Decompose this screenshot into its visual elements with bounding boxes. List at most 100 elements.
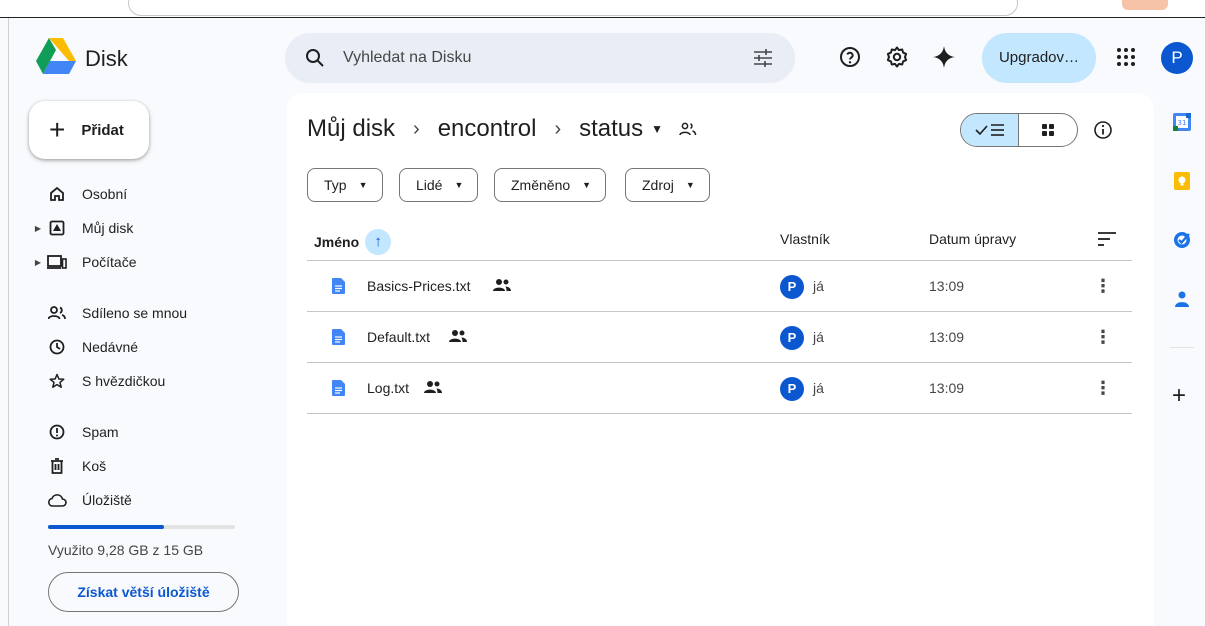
document-file-icon bbox=[332, 380, 345, 396]
document-file-icon bbox=[332, 278, 345, 294]
table-row[interactable]: Log.txt P já 13:09 ⋮ bbox=[307, 363, 1132, 414]
info-icon[interactable] bbox=[1093, 120, 1113, 140]
tasks-icon[interactable] bbox=[1172, 230, 1192, 250]
calendar-icon[interactable]: 31 bbox=[1172, 112, 1192, 132]
owner-avatar: P bbox=[780, 377, 804, 401]
contacts-icon[interactable] bbox=[1172, 289, 1192, 309]
breadcrumb: Můj disk › encontrol › status ▼ bbox=[307, 115, 697, 143]
modified-date: 13:09 bbox=[929, 329, 965, 345]
search-bar[interactable] bbox=[285, 33, 795, 83]
drive-logo-icon[interactable] bbox=[36, 38, 76, 74]
window-border bbox=[8, 18, 9, 626]
file-name[interactable]: Log.txt bbox=[367, 380, 409, 396]
chevron-right-icon: › bbox=[554, 117, 562, 140]
app-name[interactable]: Disk bbox=[85, 46, 128, 72]
help-icon[interactable] bbox=[838, 45, 862, 69]
trash-icon bbox=[46, 457, 68, 475]
sidebar-item-label: Osobní bbox=[82, 186, 128, 202]
account-avatar[interactable]: P bbox=[1161, 42, 1193, 74]
more-options-icon[interactable]: ⋮ bbox=[1093, 326, 1113, 348]
apps-grid-icon[interactable] bbox=[1114, 45, 1138, 69]
check-list-icon bbox=[974, 124, 1004, 136]
upgrade-button[interactable]: Upgradov… bbox=[982, 33, 1096, 83]
chip-label: Zdroj bbox=[642, 177, 674, 193]
get-more-storage-button[interactable]: Získat větší úložiště bbox=[48, 572, 239, 612]
breadcrumb-current-folder[interactable]: status bbox=[579, 115, 643, 143]
new-button-label: Přidat bbox=[81, 121, 124, 139]
file-name[interactable]: Basics-Prices.txt bbox=[367, 278, 470, 294]
chip-label: Lidé bbox=[416, 177, 443, 193]
caret-down-icon: ▼ bbox=[685, 180, 695, 190]
storage-progress-bar bbox=[48, 525, 235, 529]
shared-people-icon bbox=[424, 381, 442, 393]
sidebar-item-recent[interactable]: Nedávné bbox=[30, 332, 270, 362]
grid-icon bbox=[1042, 124, 1054, 136]
column-modified-header[interactable]: Datum úpravy bbox=[929, 231, 1016, 247]
expand-caret-icon[interactable]: ▶ bbox=[30, 258, 46, 267]
grid-view-button[interactable] bbox=[1019, 114, 1077, 146]
sidebar-item-spam[interactable]: Spam bbox=[30, 417, 270, 447]
search-input[interactable] bbox=[343, 46, 723, 70]
owner-name: já bbox=[813, 380, 824, 396]
file-name[interactable]: Default.txt bbox=[367, 329, 430, 345]
column-owner-header[interactable]: Vlastník bbox=[780, 231, 830, 247]
keep-notes-icon[interactable] bbox=[1172, 171, 1192, 191]
sidebar-item-home[interactable]: Osobní bbox=[30, 179, 270, 209]
sort-arrow-up-icon[interactable]: ↑ bbox=[365, 229, 392, 255]
view-toggle[interactable] bbox=[960, 113, 1078, 147]
caret-down-icon: ▼ bbox=[582, 180, 592, 190]
more-options-icon[interactable]: ⋮ bbox=[1093, 275, 1113, 297]
browser-extension-icon[interactable] bbox=[1122, 0, 1168, 10]
sidebar-item-trash[interactable]: Koš bbox=[30, 451, 270, 481]
sidebar-item-label: Koš bbox=[82, 458, 107, 474]
table-row[interactable]: Basics-Prices.txt P já 13:09 ⋮ bbox=[307, 261, 1132, 312]
shared-people-icon bbox=[449, 330, 467, 342]
breadcrumb-folder[interactable]: encontrol bbox=[438, 115, 537, 143]
chevron-right-icon: › bbox=[413, 117, 420, 140]
plus-icon: + bbox=[49, 114, 66, 145]
sidebar-item-label: Úložiště bbox=[82, 492, 132, 508]
modified-date: 13:09 bbox=[929, 278, 965, 294]
breadcrumb-root[interactable]: Můj disk bbox=[307, 115, 395, 143]
column-name-header[interactable]: Jméno ↑ bbox=[314, 229, 392, 255]
shared-people-icon bbox=[493, 279, 511, 291]
sidebar-item-storage[interactable]: Úložiště bbox=[30, 485, 270, 515]
gemini-sparkle-icon[interactable] bbox=[932, 45, 956, 69]
expand-caret-icon[interactable]: ▶ bbox=[30, 224, 46, 233]
filter-modified-chip[interactable]: Změněno ▼ bbox=[494, 168, 607, 202]
search-options-icon[interactable] bbox=[753, 49, 773, 67]
column-name-label: Jméno bbox=[314, 234, 360, 250]
more-options-icon[interactable]: ⋮ bbox=[1093, 377, 1113, 399]
caret-down-icon[interactable]: ▼ bbox=[651, 122, 663, 136]
owner-avatar: P bbox=[780, 326, 804, 350]
svg-text:31: 31 bbox=[1178, 119, 1187, 127]
filter-people-chip[interactable]: Lidé ▼ bbox=[399, 168, 479, 202]
storage-usage-text: Využito 9,28 GB z 15 GB bbox=[48, 542, 204, 558]
list-view-button[interactable] bbox=[961, 114, 1020, 146]
sidebar-item-shared-with-me[interactable]: Sdíleno se mnou bbox=[30, 298, 270, 328]
sort-options-icon[interactable] bbox=[1097, 231, 1117, 247]
settings-gear-icon[interactable] bbox=[885, 45, 909, 69]
sidebar-item-label: Můj disk bbox=[82, 220, 134, 236]
browser-toolbar bbox=[0, 0, 1205, 18]
shared-folder-icon[interactable] bbox=[679, 122, 697, 136]
sidebar-item-label: S hvězdičkou bbox=[82, 373, 166, 389]
owner-name: já bbox=[813, 329, 824, 345]
sidebar-item-starred[interactable]: S hvězdičkou bbox=[30, 366, 270, 396]
add-addon-icon[interactable]: + bbox=[1172, 382, 1186, 410]
filter-source-chip[interactable]: Zdroj ▼ bbox=[625, 168, 710, 202]
my-drive-icon bbox=[46, 219, 68, 237]
clock-icon bbox=[46, 338, 68, 356]
table-row[interactable]: Default.txt P já 13:09 ⋮ bbox=[307, 312, 1132, 363]
spam-icon bbox=[46, 423, 68, 441]
filter-type-chip[interactable]: Typ ▼ bbox=[307, 168, 383, 202]
new-button[interactable]: + Přidat bbox=[29, 101, 149, 159]
address-bar[interactable] bbox=[128, 0, 1018, 16]
computer-icon bbox=[46, 253, 68, 271]
sidebar-item-computers[interactable]: ▶ Počítače bbox=[30, 247, 270, 277]
chip-label: Typ bbox=[324, 177, 347, 193]
sidebar-item-my-drive[interactable]: ▶ Můj disk bbox=[30, 213, 270, 243]
sidebar-item-label: Nedávné bbox=[82, 339, 139, 355]
search-icon[interactable] bbox=[305, 48, 325, 68]
owner-name: já bbox=[813, 278, 824, 294]
